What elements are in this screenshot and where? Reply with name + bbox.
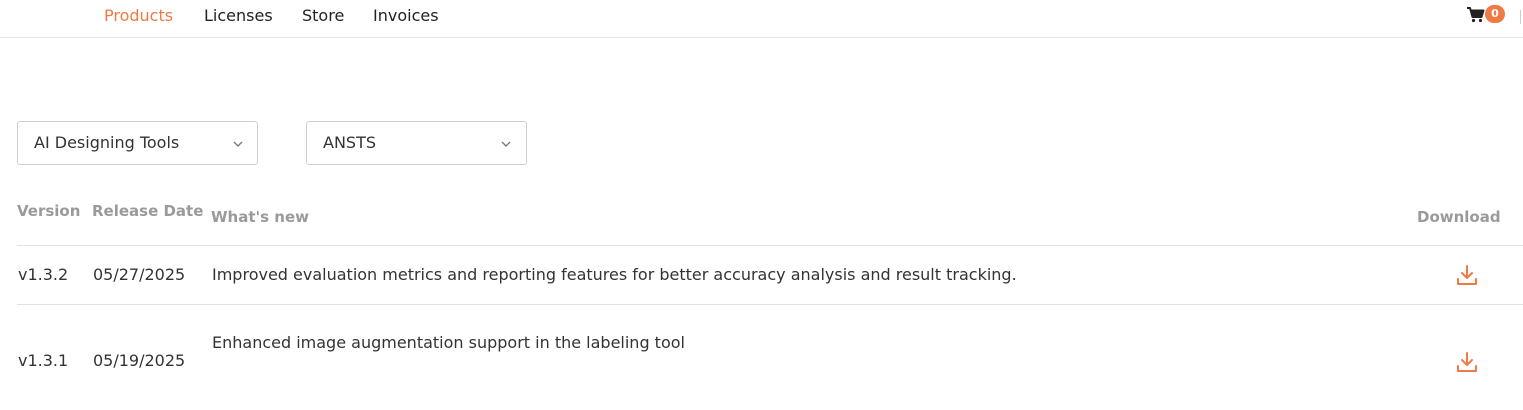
product-select-value: ANSTS (323, 133, 376, 152)
column-header-whats-new: What's new (211, 208, 309, 226)
nav-item-store[interactable]: Store (302, 6, 344, 26)
row-divider (17, 245, 1523, 246)
nav-item-licenses[interactable]: Licenses (204, 6, 273, 26)
nav-item-products[interactable]: Products (104, 6, 173, 26)
category-select-value: AI Designing Tools (34, 133, 180, 152)
category-select[interactable]: AI Designing Tools (17, 121, 258, 165)
release-date-cell: 05/27/2025 (93, 265, 186, 284)
download-icon (1457, 352, 1477, 372)
release-date-cell: 05/19/2025 (93, 351, 186, 370)
column-header-release-date: Release Date (92, 202, 204, 220)
whats-new-cell: Enhanced image augmentation support in t… (212, 333, 685, 352)
whats-new-cell: Improved evaluation metrics and reportin… (212, 265, 1017, 284)
chevron-down-icon (501, 141, 511, 147)
top-navigation: Products Licenses Store Invoices 0 (0, 0, 1523, 38)
chevron-down-icon (233, 141, 243, 147)
cart-count-badge: 0 (1485, 5, 1505, 23)
download-button[interactable] (1455, 350, 1479, 374)
version-cell: v1.3.1 (18, 351, 69, 370)
row-divider (17, 304, 1523, 305)
column-header-version: Version (17, 202, 81, 220)
nav-item-invoices[interactable]: Invoices (373, 6, 439, 26)
download-button[interactable] (1455, 263, 1479, 287)
cart-button[interactable]: 0 (1467, 5, 1507, 27)
column-header-download: Download (1417, 208, 1501, 226)
download-icon (1457, 265, 1477, 285)
shopping-cart-icon (1467, 7, 1485, 23)
version-cell: v1.3.2 (18, 265, 69, 284)
product-select[interactable]: ANSTS (306, 121, 527, 165)
